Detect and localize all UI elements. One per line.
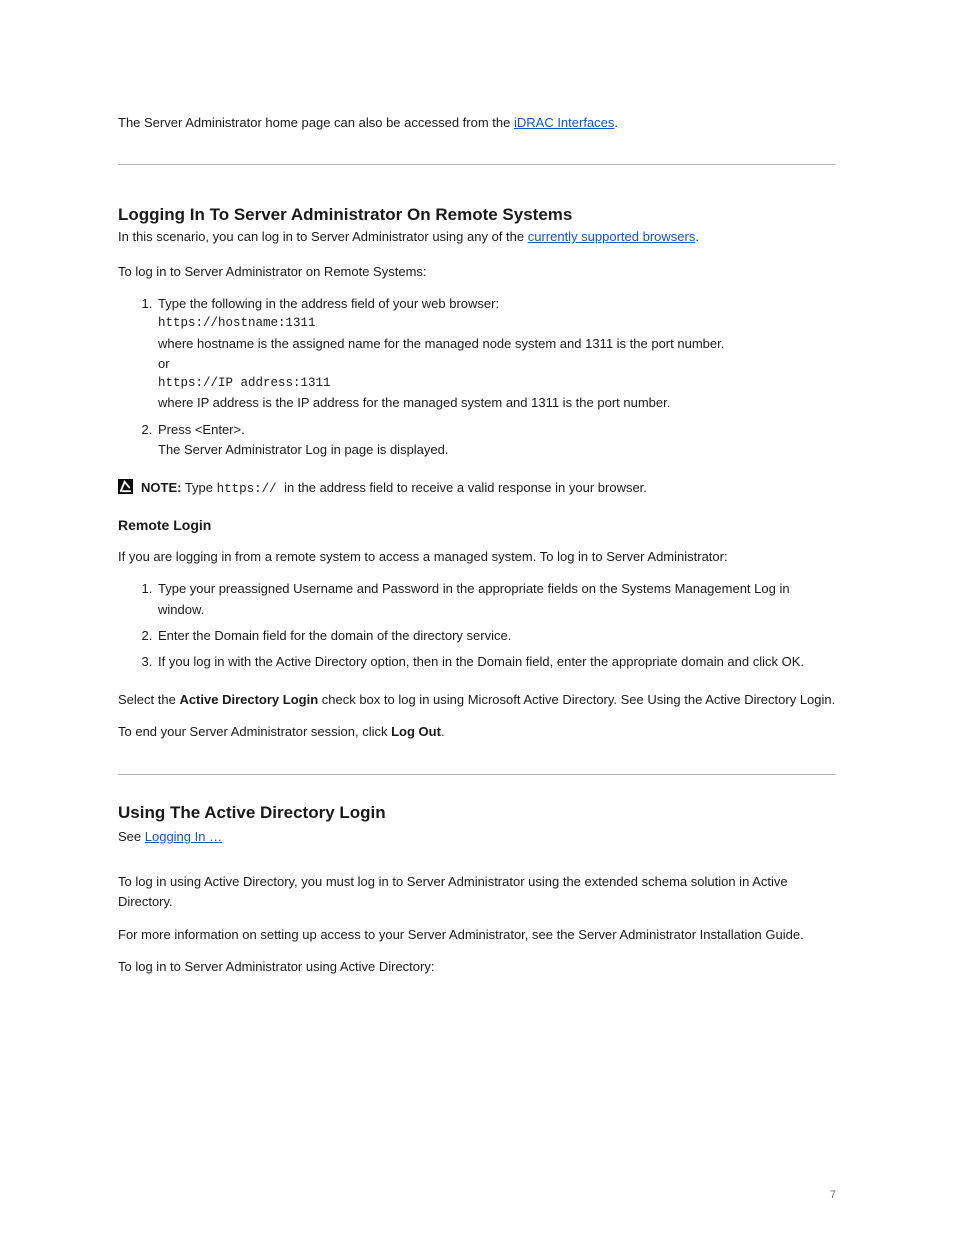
remote-step-2: Enter the Domain field for the domain of… [156,626,836,646]
remote-p4: To end your Server Administrator session… [118,722,836,742]
remote-steps: Type your preassigned Username and Passw… [118,579,836,672]
note-icon [118,479,133,494]
step-2: Press <Enter>. The Server Administrator … [156,420,836,460]
page-number: 7 [830,1189,836,1201]
section2-p1: To log in using Active Directory, you mu… [118,872,836,912]
note-row: NOTE: Type https:// in the address field… [118,478,836,499]
note-text: NOTE: Type https:// in the address field… [141,478,647,499]
remote-step-3: If you log in with the Active Directory … [156,652,836,672]
supported-browsers-link[interactable]: currently supported browsers [528,229,696,244]
idrac-interfaces-link[interactable]: iDRAC Interfaces [514,115,614,130]
section2-p2: For more information on setting up acces… [118,925,836,945]
intro-block: The Server Administrator home page can a… [118,113,836,165]
logging-in-link[interactable]: Logging In … [145,829,222,844]
intro-line: The Server Administrator home page can a… [118,113,836,133]
section-remote-login: Logging In To Server Administrator On Re… [118,205,836,775]
section1-sub: In this scenario, you can log in to Serv… [118,229,836,244]
step-1: Type the following in the address field … [156,294,836,413]
intro-prefix: The Server Administrator home page can a… [118,115,514,130]
section1-title: Logging In To Server Administrator On Re… [118,205,836,225]
remote-p2: If you are logging in from a remote syst… [118,547,836,567]
document-page: The Server Administrator home page can a… [0,0,954,1235]
intro-suffix: . [614,115,618,130]
note-label: NOTE: [141,480,181,495]
remote-step-1: Type your preassigned Username and Passw… [156,579,836,619]
section2-title: Using The Active Directory Login [118,803,836,823]
remote-p3: Select the Active Directory Login check … [118,690,836,710]
login-steps: Type the following in the address field … [118,294,836,460]
section2-sub: See Logging In … [118,829,836,844]
remote-login-subheader: Remote Login [118,517,836,533]
section2-p3: To log in to Server Administrator using … [118,957,836,977]
section1-p1: To log in to Server Administrator on Rem… [118,262,836,282]
